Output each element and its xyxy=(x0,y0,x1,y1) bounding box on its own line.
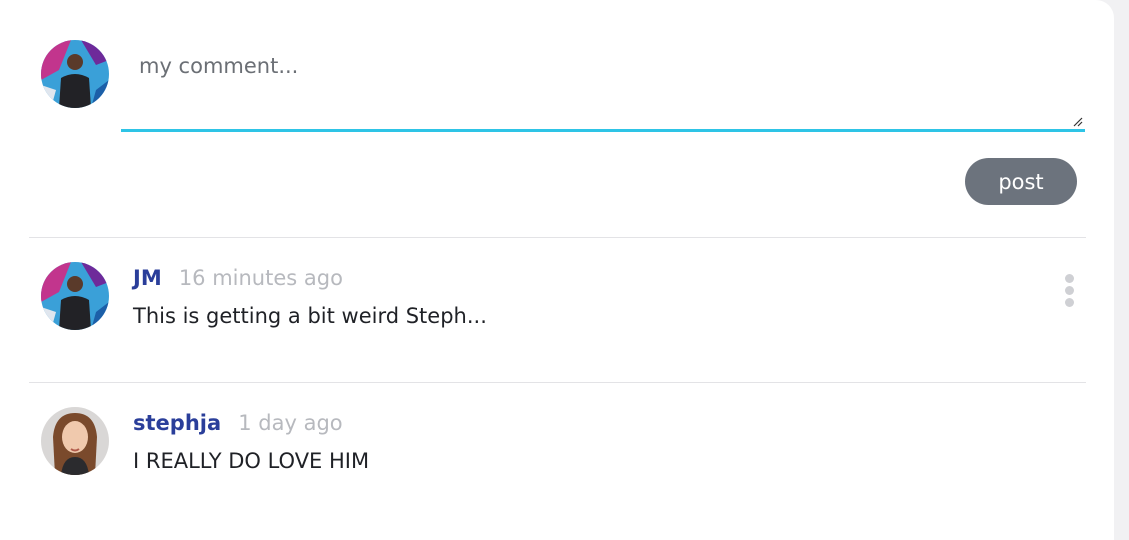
resize-handle-icon[interactable] xyxy=(1071,115,1083,127)
comment-text: This is getting a bit weird Steph... xyxy=(133,304,487,328)
comment-meta: stephja 1 day ago xyxy=(133,411,343,435)
stephja-avatar[interactable] xyxy=(41,407,109,475)
comment-item: JM 16 minutes ago This is getting a bit … xyxy=(0,238,1114,348)
comment-timestamp: 16 minutes ago xyxy=(178,266,343,290)
comment-text: I REALLY DO LOVE HIM xyxy=(133,449,370,473)
comments-card: post JM 16 minutes ago This is getting a… xyxy=(0,0,1114,540)
post-button[interactable]: post xyxy=(965,158,1077,205)
current-user-avatar xyxy=(41,40,109,108)
comment-item: stephja 1 day ago I REALLY DO LOVE HIM xyxy=(0,383,1114,493)
kebab-menu-icon[interactable] xyxy=(1060,274,1080,310)
jm-avatar[interactable] xyxy=(41,262,109,330)
comment-author[interactable]: JM xyxy=(133,266,162,290)
comment-author[interactable]: stephja xyxy=(133,411,221,435)
comment-input[interactable] xyxy=(121,40,1085,129)
comment-timestamp: 1 day ago xyxy=(238,411,343,435)
comment-meta: JM 16 minutes ago xyxy=(133,266,343,290)
comment-box xyxy=(121,40,1085,132)
